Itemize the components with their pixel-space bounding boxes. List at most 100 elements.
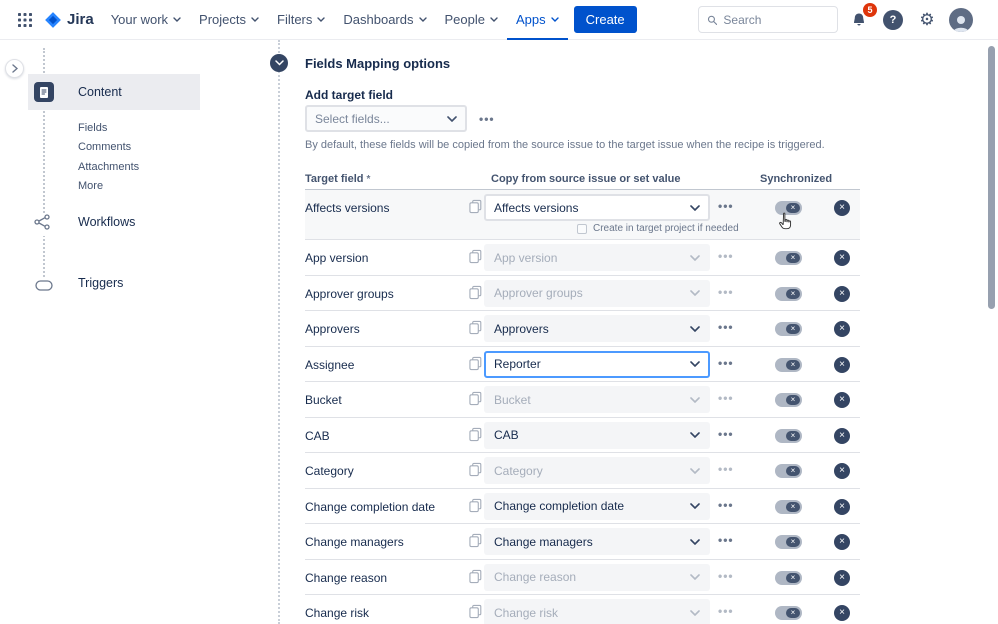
row-more-options-button[interactable]: ••• [718, 356, 734, 370]
copy-icon[interactable] [469, 356, 482, 374]
remove-field-button[interactable]: × [834, 534, 850, 550]
synchronized-toggle[interactable]: × [775, 535, 802, 549]
remove-field-button[interactable]: × [834, 428, 850, 444]
nav-item-apps[interactable]: Apps [507, 0, 568, 40]
row-more-options-button[interactable]: ••• [718, 199, 734, 213]
remove-field-button[interactable]: × [834, 321, 850, 337]
chevron-down-icon [690, 290, 700, 296]
remove-field-button[interactable]: × [834, 200, 850, 216]
chevron-down-icon [690, 432, 700, 438]
remove-field-button[interactable]: × [834, 570, 850, 586]
sidebar-item-label: Content [78, 85, 122, 99]
sidebar-item-comments[interactable]: Comments [78, 138, 139, 158]
nav-item-label: Projects [199, 12, 246, 27]
search-input[interactable] [723, 13, 829, 27]
sidebar-collapse-button[interactable] [5, 59, 24, 78]
select-fields-dropdown[interactable]: Select fields... [305, 105, 467, 132]
nav-item-people[interactable]: People [436, 0, 507, 40]
field-value-select[interactable]: Approvers [484, 315, 710, 342]
jira-logo[interactable]: Jira [40, 11, 102, 29]
field-value-select[interactable]: CAB [484, 422, 710, 449]
help-button[interactable]: ? [880, 7, 906, 33]
remove-field-button[interactable]: × [834, 392, 850, 408]
nav-item-label: Filters [277, 12, 312, 27]
field-value-select[interactable]: App version [484, 244, 710, 271]
vertical-scrollbar[interactable] [988, 46, 995, 309]
field-value-select[interactable]: Change completion date [484, 493, 710, 520]
synchronized-toggle[interactable]: × [775, 201, 802, 215]
sidebar-item-workflows[interactable]: Workflows [78, 215, 135, 229]
row-more-options-button[interactable]: ••• [718, 498, 734, 512]
row-more-options-button[interactable]: ••• [718, 462, 734, 476]
profile-button[interactable] [948, 7, 974, 33]
copy-icon[interactable] [469, 249, 482, 267]
copy-icon[interactable] [469, 462, 482, 480]
select-value: Bucket [494, 393, 531, 407]
remove-field-button[interactable]: × [834, 463, 850, 479]
remove-field-button[interactable]: × [834, 605, 850, 621]
row-more-options-button[interactable]: ••• [718, 533, 734, 547]
global-search[interactable] [698, 6, 838, 33]
synchronized-toggle[interactable]: × [775, 500, 802, 514]
synchronized-toggle[interactable]: × [775, 322, 802, 336]
sidebar-item-more[interactable]: More [78, 177, 139, 197]
copy-icon[interactable] [469, 285, 482, 303]
add-field-more-options-button[interactable]: ••• [479, 112, 495, 126]
row-more-options-button[interactable]: ••• [718, 249, 734, 263]
chevron-down-icon [690, 255, 700, 261]
field-value-select[interactable]: Change reason [484, 564, 710, 591]
copy-icon[interactable] [469, 391, 482, 409]
app-switcher-icon[interactable] [10, 4, 40, 36]
synchronized-toggle[interactable]: × [775, 429, 802, 443]
field-value-select[interactable]: Bucket [484, 386, 710, 413]
field-value-select[interactable]: Change managers [484, 528, 710, 555]
select-value: Change reason [494, 570, 576, 584]
copy-icon[interactable] [469, 533, 482, 551]
sidebar-item-content[interactable]: Content [28, 74, 200, 110]
synchronized-toggle[interactable]: × [775, 606, 802, 620]
row-more-options-button[interactable]: ••• [718, 427, 734, 441]
remove-field-button[interactable]: × [834, 286, 850, 302]
row-more-options-button[interactable]: ••• [718, 285, 734, 299]
field-value-select[interactable]: Affects versions [484, 194, 710, 221]
checkbox[interactable] [577, 224, 587, 234]
synchronized-toggle[interactable]: × [775, 358, 802, 372]
create-button[interactable]: Create [574, 6, 637, 33]
section-collapse-button[interactable] [270, 54, 288, 72]
copy-icon[interactable] [469, 569, 482, 587]
nav-item-your-work[interactable]: Your work [102, 0, 190, 40]
row-more-options-button[interactable]: ••• [718, 320, 734, 334]
field-value-select[interactable]: Approver groups [484, 280, 710, 307]
synchronized-toggle[interactable]: × [775, 464, 802, 478]
remove-field-button[interactable]: × [834, 357, 850, 373]
synchronized-toggle[interactable]: × [775, 251, 802, 265]
nav-item-dashboards[interactable]: Dashboards [334, 0, 435, 40]
row-more-options-button[interactable]: ••• [718, 604, 734, 618]
sidebar-item-fields[interactable]: Fields [78, 118, 139, 138]
sidebar-item-triggers[interactable]: Triggers [78, 276, 123, 290]
copy-icon[interactable] [469, 498, 482, 516]
copy-icon[interactable] [469, 199, 482, 217]
target-field-label: CAB [305, 429, 330, 443]
settings-button[interactable]: ⚙ [914, 7, 940, 33]
table-row: App version App version ••• × × [305, 240, 860, 276]
synchronized-toggle[interactable]: × [775, 571, 802, 585]
remove-field-button[interactable]: × [834, 250, 850, 266]
chevron-down-icon [447, 116, 457, 122]
field-value-select[interactable]: Reporter [484, 351, 710, 378]
row-more-options-button[interactable]: ••• [718, 569, 734, 583]
field-value-select[interactable]: Category [484, 457, 710, 484]
nav-item-filters[interactable]: Filters [268, 0, 334, 40]
nav-item-projects[interactable]: Projects [190, 0, 268, 40]
remove-field-button[interactable]: × [834, 499, 850, 515]
synchronized-toggle[interactable]: × [775, 287, 802, 301]
copy-icon[interactable] [469, 320, 482, 338]
row-more-options-button[interactable]: ••• [718, 391, 734, 405]
synchronized-toggle[interactable]: × [775, 393, 802, 407]
sidebar-item-attachments[interactable]: Attachments [78, 157, 139, 177]
checkbox-label: Create in target project if needed [593, 223, 739, 234]
notifications-button[interactable]: 5 [846, 7, 872, 33]
copy-icon[interactable] [469, 427, 482, 445]
copy-icon[interactable] [469, 604, 482, 622]
field-value-select[interactable]: Change risk [484, 599, 710, 624]
